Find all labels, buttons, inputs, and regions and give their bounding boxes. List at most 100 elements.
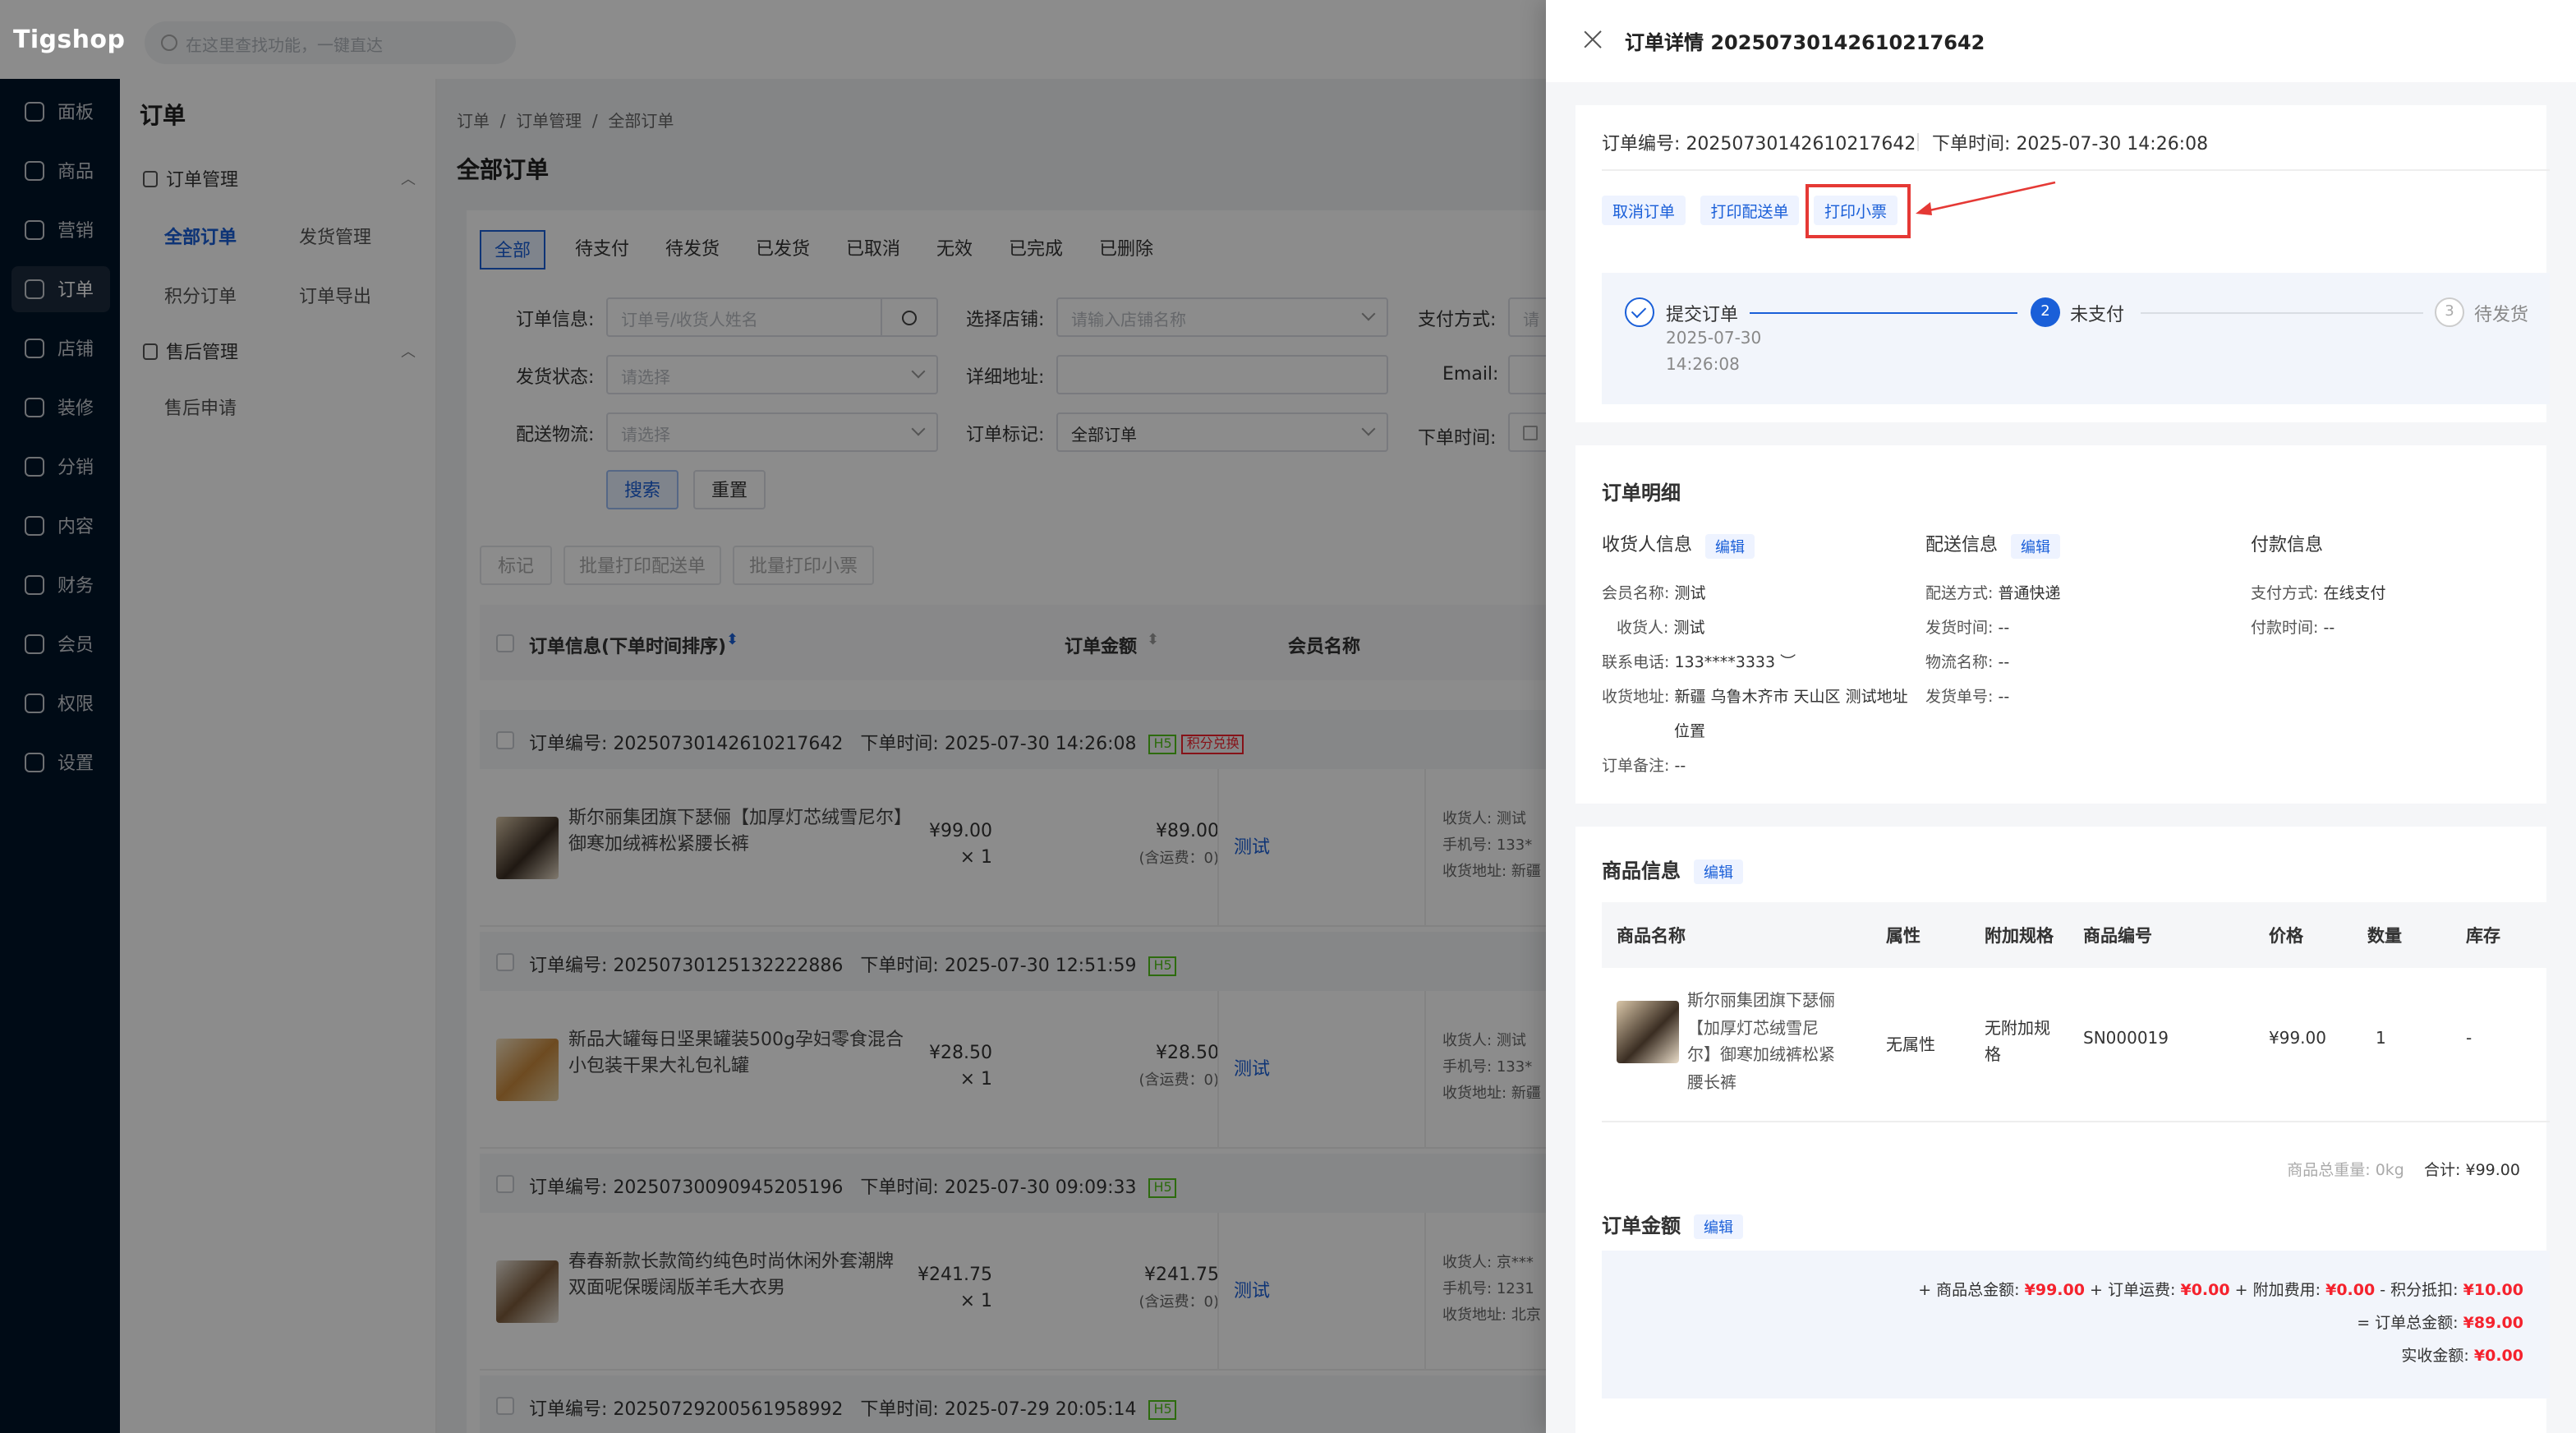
annotation-arrow-icon bbox=[1916, 181, 2056, 215]
member-value: 测试 bbox=[1674, 585, 1706, 603]
amount-label: = 订单总金额: bbox=[2357, 1315, 2459, 1333]
amount-title-line: 订单金额 编辑 bbox=[1602, 1211, 1744, 1239]
cancel-order-button[interactable]: 取消订单 bbox=[1602, 196, 1686, 225]
pay-time-value: -- bbox=[2323, 620, 2335, 638]
order-total-line: = 订单总金额: ¥89.00 bbox=[2357, 1310, 2523, 1333]
delivery-method-value: 普通快递 bbox=[1998, 585, 2061, 603]
field-label: 收货地址: bbox=[1602, 689, 1670, 707]
goods-sn: SN000019 bbox=[2083, 1030, 2169, 1048]
goods-thumbnail bbox=[1617, 1001, 1679, 1063]
order-time-line: 下单时间: 2025-07-30 14:26:08 bbox=[1932, 130, 2208, 156]
paid-value: ¥0.00 bbox=[2473, 1348, 2523, 1366]
admin-app: 在这里查找功能，一键直达 面板 商品 营销 订单 店铺 装修 分销 内容 财务 … bbox=[0, 0, 1557, 1433]
amount-box: + 商品总金额: ¥99.00 + 订单运费: ¥0.00 + 附加费用: ¥0… bbox=[1602, 1251, 2550, 1398]
extra-fee-value: ¥0.00 bbox=[2325, 1282, 2376, 1300]
consignee-header: 收货人信息 编辑 bbox=[1602, 531, 1755, 558]
step-date: 2025-07-30 bbox=[1666, 330, 1762, 348]
step-label: 待发货 bbox=[2474, 304, 2528, 325]
step-connector bbox=[2141, 312, 2423, 314]
print-delivery-button[interactable]: 打印配送单 bbox=[1700, 196, 1799, 225]
field-label: 会员名称: bbox=[1602, 585, 1670, 603]
delivery-header: 配送信息 编辑 bbox=[1925, 531, 2061, 558]
order-progress-steps: 提交订单 2025-07-30 14:26:08 2 未支付 3 待发货 bbox=[1602, 273, 2550, 404]
col-attr: 属性 bbox=[1886, 927, 1920, 947]
divider bbox=[1917, 133, 1919, 151]
eye-closed-icon[interactable]: ︶ bbox=[1780, 654, 1796, 672]
step-connector bbox=[1750, 312, 2017, 314]
field-label: 付款时间: bbox=[2251, 620, 2319, 638]
col-goods-sn: 商品编号 bbox=[2083, 927, 2152, 947]
edit-goods-button[interactable]: 编辑 bbox=[1694, 859, 1744, 884]
receiver-value: 测试 bbox=[1673, 620, 1705, 638]
ship-time-value: -- bbox=[1998, 620, 2010, 638]
field-label: 发货时间: bbox=[1925, 620, 1994, 638]
address-value: 新疆 乌鲁木齐市 天山区 测试地址 bbox=[1674, 689, 1908, 707]
goods-name-line: 尔】御寒加绒裤松紧 bbox=[1687, 1047, 1835, 1065]
col-stock: 库存 bbox=[2466, 927, 2500, 947]
goods-stock: - bbox=[2466, 1030, 2472, 1048]
order-total-value: ¥89.00 bbox=[2463, 1315, 2523, 1333]
paid-line: 实收金额: ¥0.00 bbox=[2401, 1343, 2523, 1366]
section-title: 商品信息 bbox=[1602, 859, 1681, 882]
amount-label: - 积分抵扣: bbox=[2380, 1282, 2459, 1300]
goods-price: ¥99.00 bbox=[2269, 1030, 2326, 1048]
goods-name-line: 【加厚灯芯绒雪尼 bbox=[1687, 1020, 1819, 1038]
step-label: 未支付 bbox=[2070, 304, 2124, 325]
goods-name-line: 腰长裤 bbox=[1687, 1074, 1736, 1092]
drawer-title: 订单详情 20250730142610217642 bbox=[1625, 31, 1985, 54]
amount-label: + 订单运费: bbox=[2090, 1282, 2176, 1300]
check-icon bbox=[1625, 297, 1654, 327]
order-no-label: 订单编号: bbox=[1602, 133, 1681, 154]
field-label: 收货人: bbox=[1617, 620, 1669, 638]
spec-line: 无附加规 bbox=[1985, 1021, 2050, 1039]
field-label: 物流名称: bbox=[1925, 654, 1994, 672]
weight-label: 商品总重量: bbox=[2287, 1162, 2371, 1180]
phone-value: 133****3333 bbox=[1674, 654, 1776, 672]
drawer-header: 订单详情 20250730142610217642 bbox=[1546, 0, 2576, 82]
delivery-title: 配送信息 bbox=[1925, 534, 1998, 555]
amount-label: + 商品总金额: bbox=[1918, 1282, 2020, 1300]
total-label: 合计: bbox=[2424, 1162, 2461, 1180]
step-number: 3 bbox=[2435, 297, 2464, 327]
ship-no-value: -- bbox=[1998, 689, 2010, 707]
remark-value: -- bbox=[1674, 758, 1686, 776]
address-value-line2: 位置 bbox=[1674, 723, 1706, 741]
consignee-title: 收货人信息 bbox=[1602, 534, 1692, 555]
total-value: ¥99.00 bbox=[2465, 1162, 2521, 1180]
edit-delivery-button[interactable]: 编辑 bbox=[2011, 533, 2061, 558]
goods-amount-value: ¥99.00 bbox=[2024, 1282, 2085, 1300]
goods-extra-spec: 无附加规 格 bbox=[1985, 1017, 2050, 1070]
weight-value: 0kg bbox=[2375, 1162, 2404, 1180]
step-time: 14:26:08 bbox=[1666, 357, 1740, 375]
points-deduction-value: ¥10.00 bbox=[2463, 1282, 2523, 1300]
col-extra-spec: 附加规格 bbox=[1985, 927, 2054, 947]
divider bbox=[1602, 169, 2550, 171]
edit-amount-button[interactable]: 编辑 bbox=[1694, 1214, 1744, 1239]
highlight-box bbox=[1806, 184, 1911, 238]
field-label: 配送方式: bbox=[1925, 585, 1994, 603]
order-no-line: 订单编号: 20250730142610217642 bbox=[1602, 130, 1916, 156]
step-label: 提交订单 bbox=[1666, 304, 1738, 325]
step-number: 2 bbox=[2031, 297, 2060, 327]
goods-summary: 商品总重量: 0kg 合计: ¥99.00 bbox=[2287, 1157, 2520, 1180]
close-icon[interactable] bbox=[1582, 28, 1605, 51]
edit-consignee-button[interactable]: 编辑 bbox=[1705, 533, 1755, 558]
modal-overlay[interactable] bbox=[0, 0, 1546, 1433]
spec-line: 格 bbox=[1985, 1047, 2001, 1065]
goods-table-head: 商品名称 属性 附加规格 商品编号 价格 数量 库存 bbox=[1602, 902, 2550, 968]
goods-title-line: 商品信息 编辑 bbox=[1602, 856, 1744, 884]
goods-section: 商品信息 编辑 商品名称 属性 附加规格 商品编号 价格 数量 库存 斯尔丽集团旗… bbox=[1576, 827, 2550, 1433]
logistics-value: -- bbox=[1998, 654, 2010, 672]
amount-label: + 附加费用: bbox=[2234, 1282, 2321, 1300]
goods-qty: 1 bbox=[2376, 1030, 2386, 1048]
pay-method-value: 在线支付 bbox=[2323, 585, 2386, 603]
field-label: 订单备注: bbox=[1602, 758, 1670, 776]
order-detail-section: 订单明细 收货人信息 编辑 配送信息 编辑 付款信息 会员名称: 测试 收货人: 测… bbox=[1576, 445, 2546, 804]
amount-label: 实收金额: bbox=[2401, 1348, 2469, 1366]
order-detail-drawer: 订单详情 20250730142610217642 订单编号: 20250730… bbox=[1546, 0, 2576, 1433]
order-no-value: 20250730142610217642 bbox=[1686, 133, 1916, 154]
goods-name[interactable]: 斯尔丽集团旗下瑟俪 【加厚灯芯绒雪尼 尔】御寒加绒裤松紧 腰长裤 bbox=[1687, 989, 1835, 1098]
goods-attr: 无属性 bbox=[1886, 1037, 1935, 1055]
goods-row: 斯尔丽集团旗下瑟俪 【加厚灯芯绒雪尼 尔】御寒加绒裤松紧 腰长裤 无属性 无附加… bbox=[1602, 968, 2550, 1122]
payment-title: 付款信息 bbox=[2251, 534, 2323, 555]
